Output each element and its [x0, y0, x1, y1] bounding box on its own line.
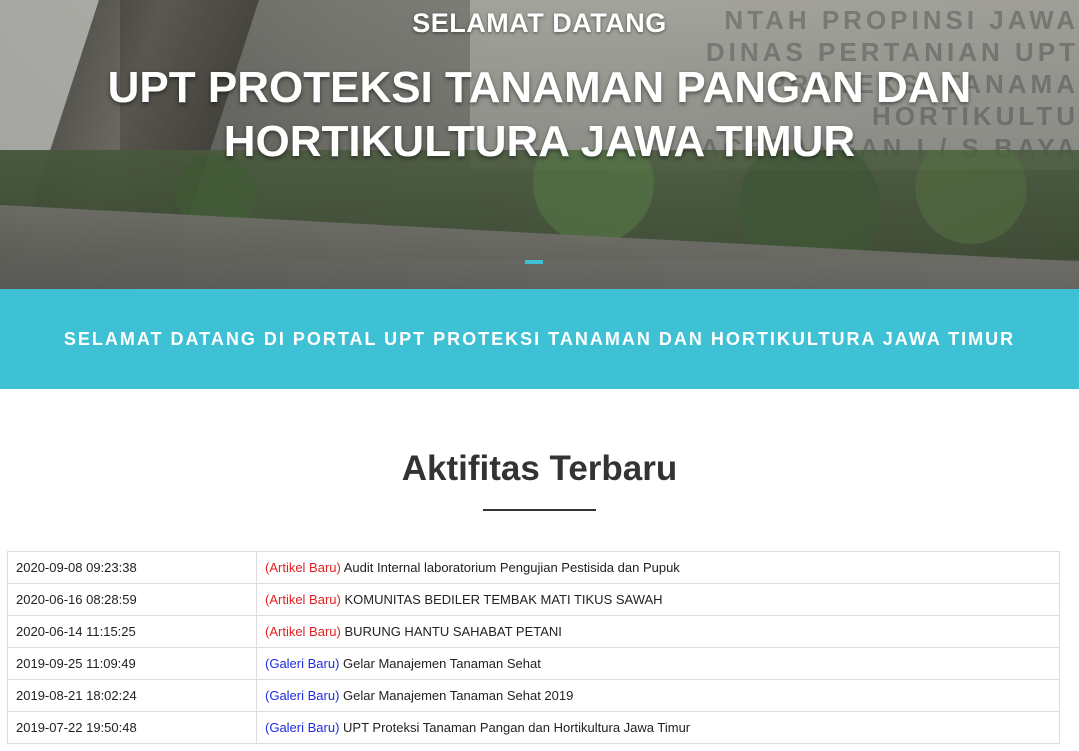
table-row: 2020-06-16 08:28:59 (Artikel Baru) KOMUNI…	[7, 583, 1060, 616]
activity-table: 2020-09-08 09:23:38 (Artikel Baru) Audit …	[7, 551, 1060, 744]
section-title: Aktifitas Terbaru	[401, 449, 678, 488]
table-row: 2019-08-21 18:02:24 (Galeri Baru) Gelar M…	[7, 679, 1060, 712]
galeri-tag: (Galeri Baru)	[265, 656, 340, 671]
activity-title-link[interactable]: Gelar Manajemen Tanaman Sehat 2019	[343, 688, 573, 703]
activity-date: 2020-09-08 09:23:38	[7, 551, 257, 584]
table-row: 2019-07-22 19:50:48 (Galeri Baru) UPT Pro…	[7, 711, 1060, 744]
activity-title-link[interactable]: Gelar Manajemen Tanaman Sehat	[343, 656, 541, 671]
table-row: 2019-09-25 11:09:49 (Galeri Baru) Gelar M…	[7, 647, 1060, 680]
activity-item[interactable]: (Galeri Baru) Gelar Manajemen Tanaman Se…	[256, 679, 1060, 712]
activity-date: 2020-06-14 11:15:25	[7, 615, 257, 648]
welcome-banner-text: SELAMAT DATANG DI PORTAL UPT PROTEKSI TA…	[63, 328, 1016, 349]
activity-item[interactable]: (Galeri Baru) Gelar Manajemen Tanaman Se…	[256, 647, 1060, 680]
welcome-banner: SELAMAT DATANG DI PORTAL UPT PROTEKSI TA…	[0, 289, 1079, 389]
activity-date: 2019-08-21 18:02:24	[7, 679, 257, 712]
activity-date: 2019-09-25 11:09:49	[7, 647, 257, 680]
activity-title-link[interactable]: BURUNG HANTU SAHABAT PETANI	[344, 624, 561, 639]
table-row: 2020-06-14 11:15:25 (Artikel Baru) BURUNG…	[7, 615, 1060, 648]
activity-date: 2020-06-16 08:28:59	[7, 583, 257, 616]
table-row: 2020-09-08 09:23:38 (Artikel Baru) Audit …	[7, 551, 1060, 584]
activity-title-link[interactable]: KOMUNITAS BEDILER TEMBAK MATI TIKUS SAWA…	[344, 592, 662, 607]
activity-item[interactable]: (Artikel Baru) Audit Internal laboratori…	[256, 551, 1060, 584]
activity-item[interactable]: (Artikel Baru) BURUNG HANTU SAHABAT PETA…	[256, 615, 1060, 648]
galeri-tag: (Galeri Baru)	[265, 720, 340, 735]
activity-title-link[interactable]: Audit Internal laboratorium Pengujian Pe…	[344, 560, 680, 575]
activity-item[interactable]: (Artikel Baru) KOMUNITAS BEDILER TEMBAK …	[256, 583, 1060, 616]
galeri-tag: (Galeri Baru)	[265, 688, 340, 703]
activity-date: 2019-07-22 19:50:48	[7, 711, 257, 744]
hero-carousel: NTAH PROPINSI JAWA DINAS PERTANIAN UPT P…	[0, 0, 1079, 289]
activity-title-link[interactable]: UPT Proteksi Tanaman Pangan dan Hortikul…	[343, 720, 690, 735]
hero-title: UPT PROTEKSI TANAMAN PANGAN DAN HORTIKUL…	[107, 63, 972, 166]
hero-kicker: SELAMAT DATANG	[412, 8, 667, 38]
activity-item[interactable]: (Galeri Baru) UPT Proteksi Tanaman Panga…	[256, 711, 1060, 744]
artikel-tag: (Artikel Baru)	[265, 560, 341, 575]
artikel-tag: (Artikel Baru)	[265, 624, 341, 639]
artikel-tag: (Artikel Baru)	[265, 592, 341, 607]
hero-caption: SELAMAT DATANG UPT PROTEKSI TANAMAN PANG…	[0, 0, 1079, 169]
carousel-indicator[interactable]	[525, 260, 543, 264]
section-divider	[483, 509, 596, 511]
